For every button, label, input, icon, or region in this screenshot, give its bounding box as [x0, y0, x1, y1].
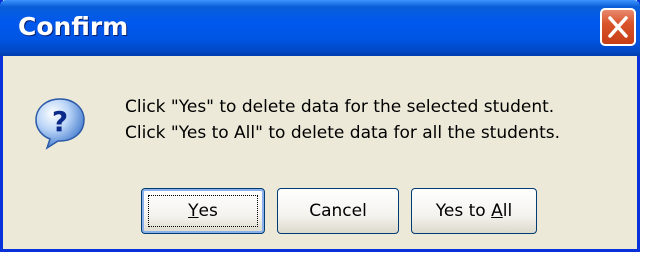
yes-to-all-mnemonic: A — [491, 201, 503, 221]
message-line-2: Click "Yes to All" to delete data for al… — [125, 123, 561, 143]
close-icon — [608, 16, 628, 38]
dialog-title: Confirm — [18, 12, 129, 41]
title-bar[interactable]: Confirm — [0, 0, 640, 56]
close-button[interactable] — [600, 8, 636, 46]
message-text: Click "Yes" to delete data for the selec… — [125, 94, 560, 146]
yes-to-all-rest: ll — [502, 201, 513, 221]
svg-text:?: ? — [52, 105, 68, 138]
confirm-dialog: Confirm ? Click "Yes" to delete data for… — [0, 0, 640, 252]
cancel-label: Cancel — [309, 201, 367, 221]
cancel-button[interactable]: Cancel — [277, 188, 399, 234]
yes-button[interactable]: Yes — [141, 188, 265, 234]
question-icon: ? — [35, 98, 85, 150]
message-line-1: Click "Yes" to delete data for the selec… — [125, 97, 555, 117]
focus-rectangle — [148, 195, 258, 227]
yes-to-all-prefix: Yes to — [435, 201, 492, 221]
yes-to-all-button[interactable]: Yes to All — [411, 188, 537, 234]
